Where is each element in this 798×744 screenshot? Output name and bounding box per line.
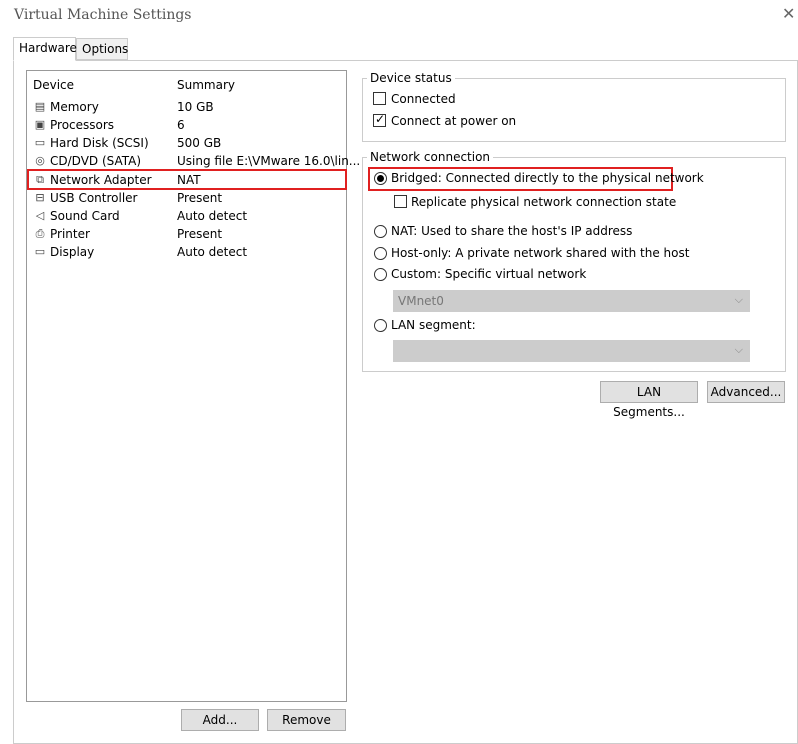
- nat-radio[interactable]: [374, 225, 387, 238]
- lan-segment-label: LAN segment:: [391, 318, 476, 332]
- custom-network-value: VMnet0: [398, 294, 444, 308]
- window-title: Virtual Machine Settings: [14, 7, 192, 23]
- network-adapter-icon: ⧉: [36, 173, 44, 186]
- device-row-printer[interactable]: ⎙ Printer Present: [30, 226, 344, 244]
- device-status-label: Device status: [367, 71, 455, 85]
- speaker-icon: ◁: [35, 209, 45, 222]
- device-name: Display: [50, 245, 95, 259]
- connected-checkbox[interactable]: [373, 92, 387, 106]
- device-name: Memory: [50, 100, 99, 114]
- remove-button[interactable]: Remove: [267, 709, 346, 731]
- tab-options[interactable]: Options: [76, 38, 128, 60]
- host-only-label: Host-only: A private network shared with…: [391, 246, 690, 260]
- device-row-hard-disk[interactable]: ▭ Hard Disk (SCSI) 500 GB: [30, 135, 344, 153]
- chevron-down-icon: ⌵: [734, 343, 743, 356]
- device-name: Printer: [50, 227, 90, 241]
- summary-column-header: Summary: [177, 78, 235, 92]
- custom-radio[interactable]: [374, 268, 387, 281]
- connect-at-power-on-checkbox[interactable]: ✓: [373, 112, 387, 128]
- advanced-button[interactable]: Advanced...: [707, 381, 785, 403]
- nat-label: NAT: Used to share the host's IP address: [391, 224, 633, 238]
- device-name: Sound Card: [50, 209, 120, 223]
- device-row-network-adapter[interactable]: ⧉ Network Adapter NAT: [27, 169, 347, 190]
- device-summary: Auto detect: [177, 245, 248, 259]
- bridged-label: Bridged: Connected directly to the physi…: [391, 171, 704, 185]
- display-icon: ▭: [34, 245, 46, 258]
- device-name: CD/DVD (SATA): [50, 154, 142, 168]
- printer-icon: ⎙: [35, 227, 45, 240]
- device-row-sound-card[interactable]: ◁ Sound Card Auto detect: [30, 208, 344, 226]
- device-name: Processors: [50, 118, 115, 132]
- lan-segment-select[interactable]: ⌵: [393, 340, 750, 362]
- processor-icon: ▣: [34, 118, 46, 131]
- add-button[interactable]: Add...: [181, 709, 259, 731]
- device-summary: 500 GB: [177, 136, 222, 150]
- custom-label: Custom: Specific virtual network: [391, 267, 587, 281]
- device-column-header: Device: [33, 78, 75, 92]
- lan-segment-radio[interactable]: [374, 319, 387, 332]
- lan-segments-button[interactable]: LAN Segments...: [600, 381, 698, 419]
- replicate-checkbox[interactable]: [394, 195, 408, 209]
- device-status-group: [362, 78, 786, 142]
- cd-dvd-icon: ◎: [35, 154, 45, 167]
- network-connection-label: Network connection: [367, 150, 494, 164]
- device-row-memory[interactable]: ▤ Memory 10 GB: [30, 99, 344, 117]
- custom-network-select[interactable]: VMnet0 ⌵: [393, 290, 750, 312]
- host-only-radio[interactable]: [374, 247, 387, 260]
- checkmark-icon: ✓: [375, 112, 386, 126]
- replicate-label: Replicate physical network connection st…: [411, 195, 677, 209]
- device-row-usb-controller[interactable]: ⊟ USB Controller Present: [30, 190, 344, 208]
- connect-at-power-on-label: Connect at power on: [391, 114, 517, 128]
- device-name: Network Adapter: [50, 173, 152, 187]
- memory-icon: ▤: [34, 100, 46, 113]
- device-summary: Auto detect: [177, 209, 248, 223]
- connected-label: Connected: [391, 92, 456, 106]
- device-name: Hard Disk (SCSI): [50, 136, 149, 150]
- device-summary: NAT: [177, 173, 201, 187]
- hard-disk-icon: ▭: [34, 136, 46, 149]
- device-name: USB Controller: [50, 191, 138, 205]
- device-summary: 6: [177, 118, 185, 132]
- chevron-down-icon: ⌵: [734, 293, 743, 306]
- device-summary: Present: [177, 227, 223, 241]
- usb-icon: ⊟: [35, 191, 45, 204]
- close-icon[interactable]: ✕: [782, 4, 795, 23]
- device-summary: Present: [177, 191, 223, 205]
- bridged-radio[interactable]: [374, 172, 387, 185]
- device-summary: 10 GB: [177, 100, 214, 114]
- tab-hardware[interactable]: Hardware: [13, 37, 77, 61]
- device-summary: Using file E:\VMware 16.0\lin...: [177, 154, 361, 168]
- device-row-display[interactable]: ▭ Display Auto detect: [30, 244, 344, 262]
- device-row-processors[interactable]: ▣ Processors 6: [30, 117, 344, 135]
